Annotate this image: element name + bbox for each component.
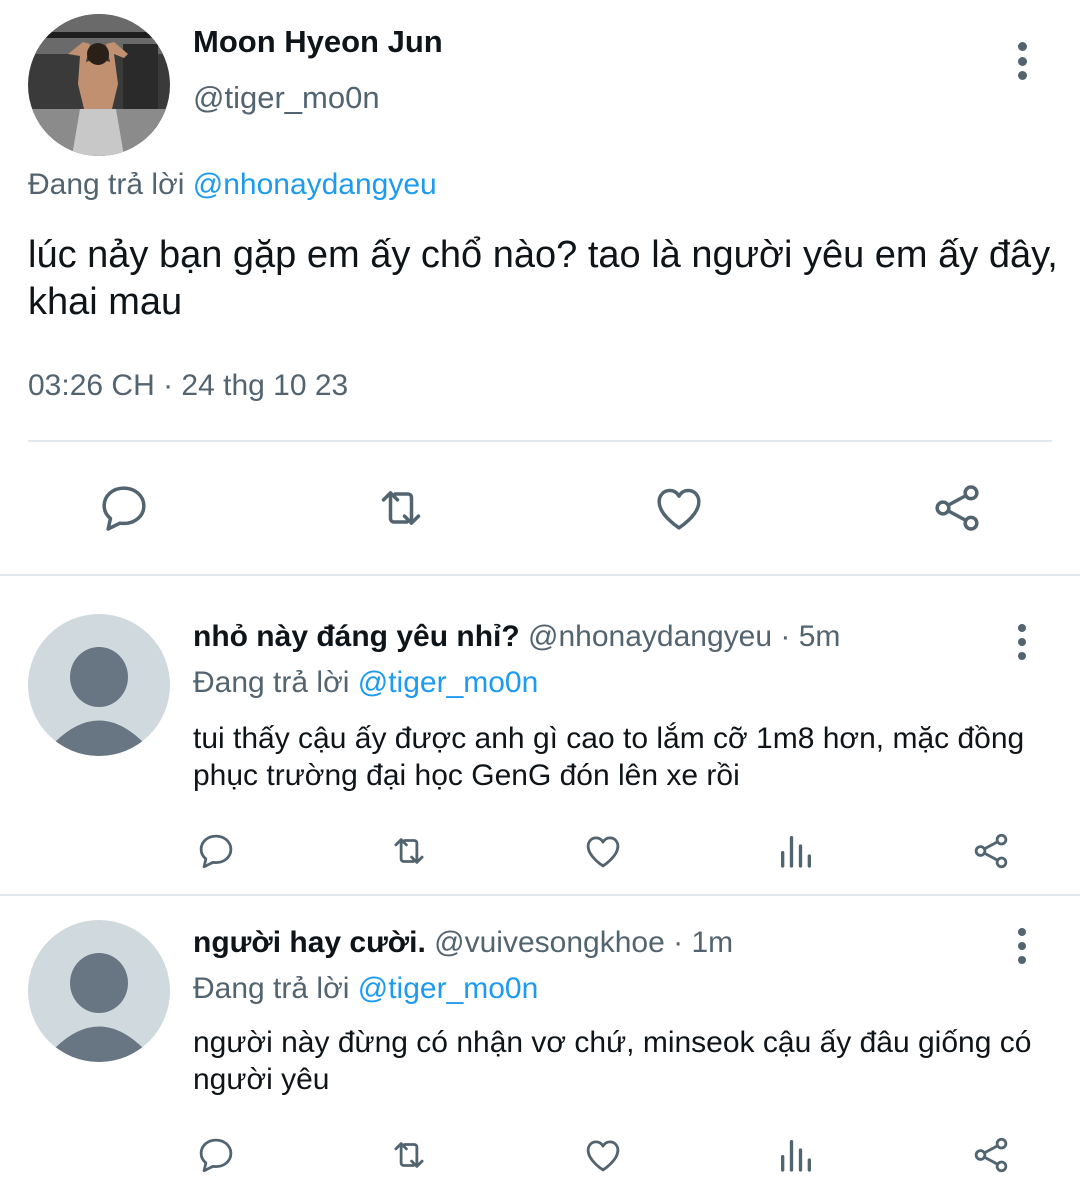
more-dot-icon: [1018, 624, 1026, 632]
replying-to-link[interactable]: @tiger_mo0n: [358, 972, 539, 1005]
reply-text: người này đừng có nhận vơ chứ, minseok c…: [193, 1026, 1032, 1096]
tweet-timestamp[interactable]: 03:26 CH · 24 thg 10 23: [28, 369, 348, 403]
analytics-icon[interactable]: [776, 1134, 816, 1176]
more-dot-icon: [1018, 652, 1026, 660]
more-dot-icon: [1017, 42, 1027, 51]
share-icon[interactable]: [970, 830, 1012, 872]
replying-label: Đang trả lời: [193, 972, 350, 1005]
replying-label: Đang trả lời: [193, 666, 350, 699]
heart-icon[interactable]: [651, 480, 707, 536]
reply-avatar[interactable]: [28, 920, 170, 1062]
default-avatar-icon: [55, 953, 143, 1062]
reply-author-handle[interactable]: @nhonaydangyeu: [528, 620, 772, 653]
reply-tweet[interactable]: người hay cười. @vuivesongkhoe · 1m Đang…: [0, 896, 1080, 1196]
retweet-icon[interactable]: [385, 1134, 433, 1176]
reply-separator: ·: [780, 620, 791, 653]
share-icon[interactable]: [970, 1134, 1012, 1176]
reply-tweet[interactable]: nhỏ này đáng yêu nhỉ? @nhonaydangyeu · 5…: [0, 576, 1080, 894]
reply-icon[interactable]: [195, 830, 237, 872]
heart-icon[interactable]: [581, 1134, 625, 1176]
reply-text: tui thấy cậu ấy được anh gì cao to lắm c…: [193, 722, 1025, 792]
author-handle[interactable]: @tiger_mo0n: [193, 80, 380, 116]
replying-to-link[interactable]: @nhonaydangyeu: [193, 168, 437, 201]
share-icon[interactable]: [929, 480, 985, 536]
replying-context: Đang trả lời @tiger_mo0n: [193, 666, 538, 700]
reply-separator: ·: [673, 926, 684, 959]
reply-time[interactable]: 1m: [691, 926, 733, 959]
retweet-icon[interactable]: [385, 830, 433, 872]
replying-context: Đang trả lời @tiger_mo0n: [193, 972, 538, 1006]
more-options-button[interactable]: [1004, 38, 1040, 84]
heart-icon[interactable]: [581, 830, 625, 872]
author-avatar[interactable]: [28, 14, 170, 156]
main-tweet: Moon Hyeon Jun @tiger_mo0n Đang trả lời …: [0, 0, 1080, 575]
more-dot-icon: [1018, 942, 1026, 950]
reply-more-options-button[interactable]: [1004, 622, 1040, 662]
default-avatar-icon: [55, 647, 143, 756]
more-dot-icon: [1017, 56, 1027, 66]
more-dot-icon: [1018, 638, 1026, 646]
replying-to-link[interactable]: @tiger_mo0n: [358, 666, 539, 699]
reply-header: nhỏ này đáng yêu nhỉ? @nhonaydangyeu · 5…: [193, 620, 840, 654]
more-dot-icon: [1018, 956, 1026, 964]
more-dot-icon: [1018, 928, 1026, 936]
more-dot-icon: [1017, 71, 1027, 80]
reply-icon[interactable]: [195, 1134, 237, 1176]
reply-time[interactable]: 5m: [799, 620, 841, 653]
replying-label: Đang trả lời: [28, 168, 185, 201]
reply-author-handle[interactable]: @vuivesongkhoe: [434, 926, 665, 959]
reply-avatar[interactable]: [28, 614, 170, 756]
analytics-icon[interactable]: [776, 830, 816, 872]
author-name[interactable]: Moon Hyeon Jun: [193, 24, 443, 60]
reply-more-options-button[interactable]: [1004, 926, 1040, 966]
reply-header: người hay cười. @vuivesongkhoe · 1m: [193, 926, 733, 960]
replying-context: Đang trả lời @nhonaydangyeu: [28, 168, 437, 202]
retweet-icon[interactable]: [370, 480, 432, 536]
avatar-photo-image: [28, 14, 170, 156]
divider: [28, 440, 1052, 442]
reply-icon[interactable]: [96, 480, 152, 536]
tweet-text: lúc nảy bạn gặp em ấy chổ nào? tao là ng…: [28, 234, 1058, 323]
reply-author-name[interactable]: nhỏ này đáng yêu nhỉ?: [193, 620, 520, 653]
reply-author-name[interactable]: người hay cười.: [193, 926, 426, 959]
